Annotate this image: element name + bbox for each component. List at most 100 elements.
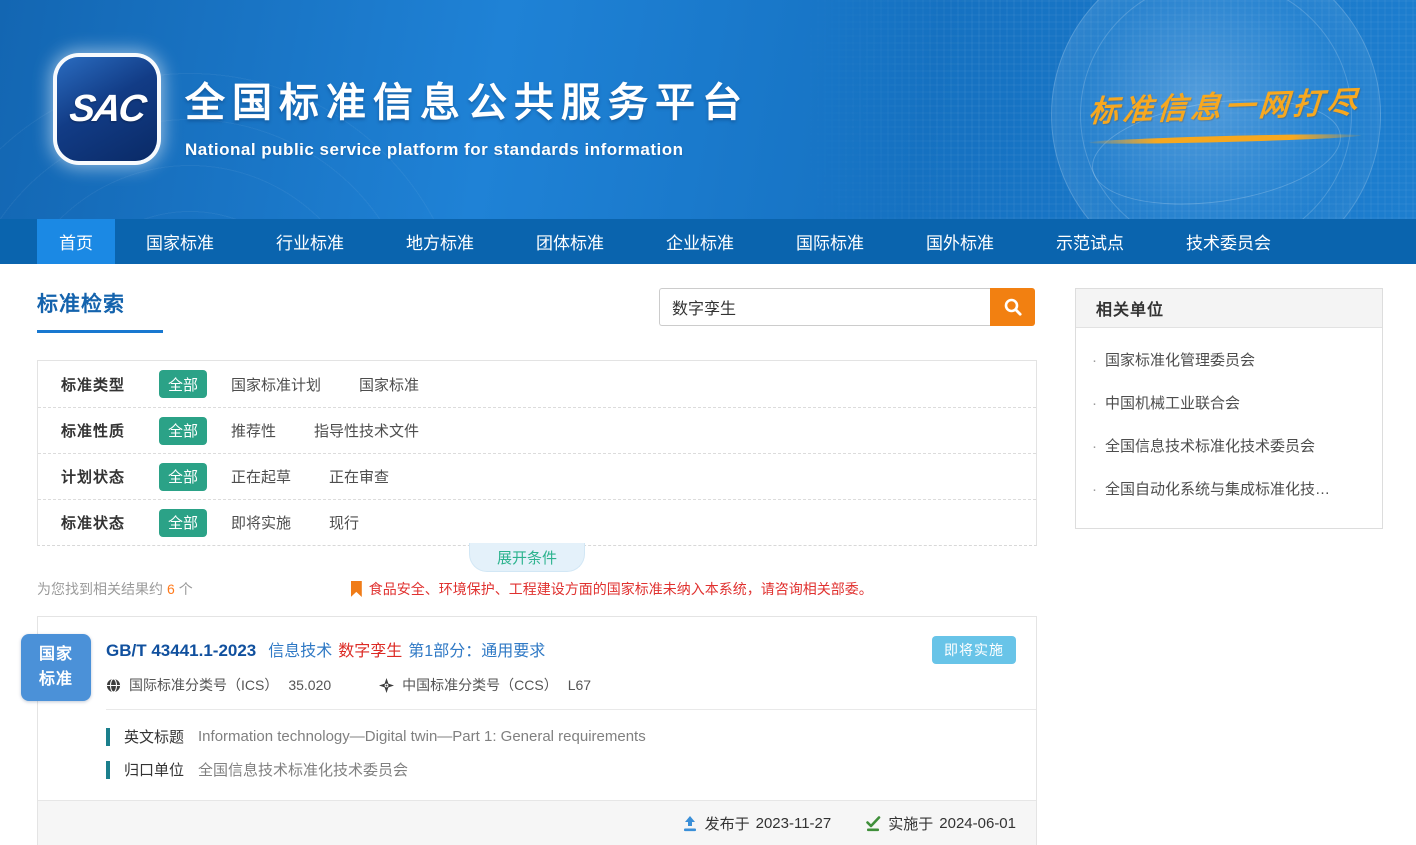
standard-code[interactable]: GB/T 43441.1-2023 — [106, 641, 256, 661]
nav-item-home[interactable]: 首页 — [37, 219, 115, 264]
related-unit-label: 国家标准化管理委员会 — [1105, 349, 1255, 370]
filter-panel: 标准类型 全部 国家标准计划 国家标准 标准性质 全部 推荐性 指导性技术文件 — [37, 360, 1037, 546]
globe-icon — [106, 678, 121, 693]
related-unit-link[interactable]: · 全国自动化系统与集成标准化技… — [1092, 467, 1366, 510]
slogan-text: 标准信息一网打尽 — [1088, 77, 1363, 131]
ics-value: 35.020 — [288, 677, 331, 693]
nav-item-technical-committees[interactable]: 技术委员会 — [1155, 219, 1302, 264]
filter-option[interactable]: 国家标准 — [359, 374, 419, 395]
standard-title-highlight[interactable]: 数字孪生 — [338, 637, 402, 661]
row-marker — [106, 728, 110, 746]
check-icon — [865, 816, 881, 832]
filter-all-button[interactable]: 全部 — [159, 370, 207, 398]
published-date: 2023-11-27 — [756, 815, 832, 832]
nav-item-international-standards[interactable]: 国际标准 — [765, 219, 895, 264]
category-badge-line1: 国家 — [39, 643, 73, 668]
related-units-list: · 国家标准化管理委员会 · 中国机械工业联合会 · 全国信息技术标准化技术委员… — [1076, 328, 1382, 528]
related-unit-link[interactable]: · 国家标准化管理委员会 — [1092, 338, 1366, 381]
related-unit-label: 中国机械工业联合会 — [1105, 392, 1240, 413]
search-input[interactable] — [659, 288, 990, 326]
site-header: SAC 全国标准信息公共服务平台 National public service… — [0, 0, 1416, 219]
filter-label: 标准类型 — [61, 374, 133, 395]
expand-conditions-wrap: 展开条件 — [37, 546, 1037, 574]
standard-title-part1[interactable]: 信息技术 — [268, 637, 332, 661]
bookmark-icon — [351, 581, 362, 597]
implemented-date: 2024-06-01 — [939, 815, 1016, 832]
results-count: 6 — [167, 581, 175, 597]
nav-item-group-standards[interactable]: 团体标准 — [505, 219, 635, 264]
results-summary-suffix: 个 — [179, 581, 193, 597]
status-badge: 即将实施 — [932, 636, 1016, 664]
related-unit-link[interactable]: · 中国机械工业联合会 — [1092, 381, 1366, 424]
search-icon — [1003, 297, 1023, 317]
ccs-group: 中国标准分类号（CCS） L67 — [379, 675, 591, 695]
search-section: 标准检索 — [37, 288, 1037, 348]
filter-label: 标准状态 — [61, 512, 133, 533]
nav-item-foreign-standards[interactable]: 国外标准 — [895, 219, 1025, 264]
results-summary-prefix: 为您找到相关结果约 — [37, 581, 163, 597]
committee-label: 归口单位 — [124, 759, 184, 780]
search-button[interactable] — [990, 288, 1035, 326]
filter-option[interactable]: 即将实施 — [231, 512, 291, 533]
related-units-title: 相关单位 — [1076, 289, 1382, 328]
bullet: · — [1092, 395, 1097, 412]
filter-row-standard-nature: 标准性质 全部 推荐性 指导性技术文件 — [38, 407, 1036, 453]
committee-row: 归口单位 全国信息技术标准化技术委员会 — [106, 759, 1016, 780]
related-unit-label: 全国信息技术标准化技术委员会 — [1105, 435, 1315, 456]
nav-item-pilot-programs[interactable]: 示范试点 — [1025, 219, 1155, 264]
category-badge-line2: 标准 — [39, 668, 73, 693]
implemented-label: 实施于 — [888, 813, 933, 834]
filter-options: 正在起草 正在审查 — [231, 466, 389, 487]
ccs-label: 中国标准分类号（CCS） — [402, 675, 558, 695]
results-summary: 为您找到相关结果约6个 — [37, 579, 193, 599]
upload-icon — [682, 816, 698, 832]
nav-item-national-standards[interactable]: 国家标准 — [115, 219, 245, 264]
filter-option[interactable]: 国家标准计划 — [231, 374, 321, 395]
standard-title-part2[interactable]: 第1部分：通用要求 — [408, 637, 545, 661]
nav-item-enterprise-standards[interactable]: 企业标准 — [635, 219, 765, 264]
filter-row-standard-type: 标准类型 全部 国家标准计划 国家标准 — [38, 361, 1036, 407]
site-subtitle: National public service platform for sta… — [185, 140, 749, 160]
nav-item-local-standards[interactable]: 地方标准 — [375, 219, 505, 264]
filter-all-button[interactable]: 全部 — [159, 417, 207, 445]
filter-options: 即将实施 现行 — [231, 512, 359, 533]
published-date-group: 发布于 2023-11-27 — [682, 813, 832, 834]
implemented-date-group: 实施于 2024-06-01 — [865, 813, 1016, 834]
related-unit-link[interactable]: · 全国信息技术标准化技术委员会 — [1092, 424, 1366, 467]
bullet: · — [1092, 481, 1097, 498]
nav-item-industry-standards[interactable]: 行业标准 — [245, 219, 375, 264]
filter-all-button[interactable]: 全部 — [159, 509, 207, 537]
ccs-value: L67 — [568, 677, 591, 693]
bullet: · — [1092, 352, 1097, 369]
card-head: GB/T 43441.1-2023 信息技术 数字孪生 第1部分：通用要求 — [38, 617, 1036, 709]
ics-label: 国际标准分类号（ICS） — [129, 675, 278, 695]
page: SAC 全国标准信息公共服务平台 National public service… — [0, 0, 1416, 845]
sac-logo[interactable]: SAC — [57, 57, 157, 161]
filter-label: 计划状态 — [61, 466, 133, 487]
compass-icon — [379, 678, 394, 693]
filter-all-button[interactable]: 全部 — [159, 463, 207, 491]
committee-value: 全国信息技术标准化技术委员会 — [198, 759, 408, 780]
related-units-box: 相关单位 · 国家标准化管理委员会 · 中国机械工业联合会 · 全国信息技术标准… — [1075, 288, 1383, 529]
filter-option[interactable]: 正在审查 — [329, 466, 389, 487]
filter-row-plan-status: 计划状态 全部 正在起草 正在审查 — [38, 453, 1036, 499]
filter-option[interactable]: 正在起草 — [231, 466, 291, 487]
notice-text: 食品安全、环境保护、工程建设方面的国家标准未纳入本系统，请咨询相关部委。 — [369, 579, 873, 599]
search-box — [659, 288, 1035, 326]
category-badge: 国家 标准 — [21, 634, 91, 701]
filter-option[interactable]: 推荐性 — [231, 420, 276, 441]
filter-options: 推荐性 指导性技术文件 — [231, 420, 419, 441]
filter-options: 国家标准计划 国家标准 — [231, 374, 419, 395]
expand-conditions-button[interactable]: 展开条件 — [469, 543, 585, 572]
standard-title[interactable]: GB/T 43441.1-2023 信息技术 数字孪生 第1部分：通用要求 — [106, 637, 1016, 661]
site-title: 全国标准信息公共服务平台 — [185, 70, 749, 128]
filter-option[interactable]: 现行 — [329, 512, 359, 533]
notice: 食品安全、环境保护、工程建设方面的国家标准未纳入本系统，请咨询相关部委。 — [351, 579, 873, 599]
english-title-label: 英文标题 — [124, 726, 184, 747]
page-title-underline — [37, 330, 163, 333]
filter-option[interactable]: 指导性技术文件 — [314, 420, 419, 441]
related-units-sidebar: 相关单位 · 国家标准化管理委员会 · 中国机械工业联合会 · 全国信息技术标准… — [1075, 288, 1383, 529]
filter-label: 标准性质 — [61, 420, 133, 441]
bullet: · — [1092, 438, 1097, 455]
card-meta: 国际标准分类号（ICS） 35.020 中国标准分 — [106, 675, 1016, 709]
